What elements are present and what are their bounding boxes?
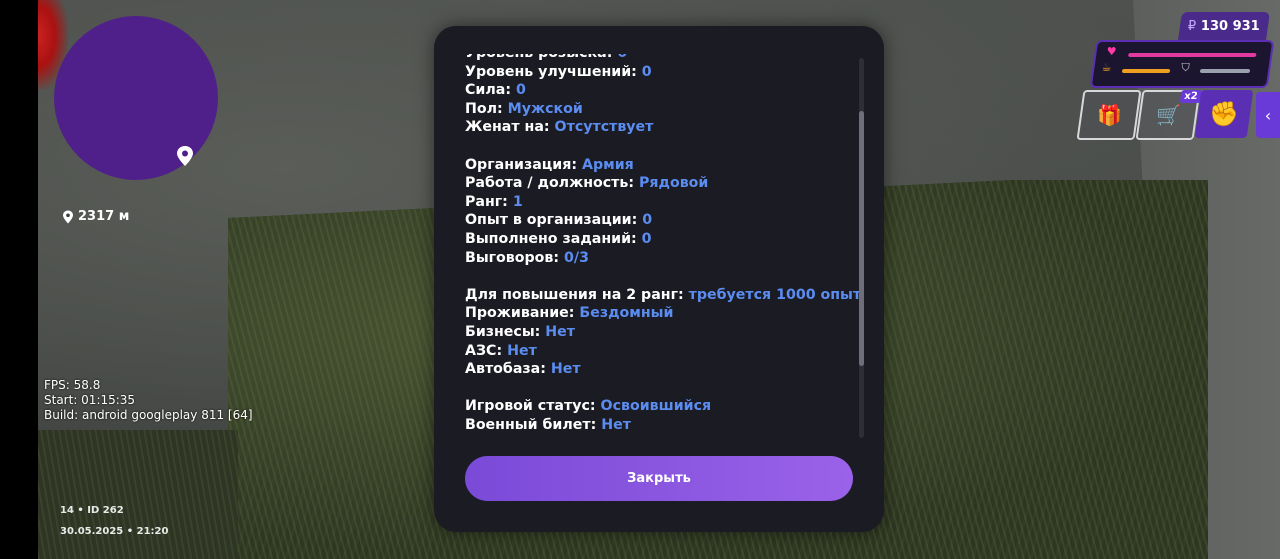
- hunger-bar: [1121, 69, 1171, 73]
- stat-label: Опыт в организации:: [465, 212, 638, 229]
- heart-icon: ♥: [1106, 45, 1117, 58]
- stat-row: Опыт в организации: 0: [465, 211, 860, 230]
- gift-icon: 🎁: [1096, 103, 1122, 127]
- cup-icon: ☕: [1101, 61, 1112, 74]
- stat-label: Для повышения на 2 ранг:: [465, 286, 684, 303]
- ruble-icon: ₽: [1188, 18, 1197, 34]
- stat-value: 0: [515, 82, 526, 99]
- stat-value: Нет: [550, 361, 581, 378]
- collapse-hud-button[interactable]: ‹: [1256, 92, 1280, 138]
- stat-row: Пол: Мужской: [465, 100, 860, 119]
- stat-row: Для повышения на 2 ранг: требуется 1000 …: [465, 286, 860, 305]
- scrollbar-track[interactable]: [859, 58, 864, 438]
- health-bar: [1127, 53, 1257, 57]
- stat-label: Военный билет:: [465, 416, 597, 433]
- stat-value: 0: [641, 230, 652, 247]
- money-value: 130 931: [1200, 18, 1260, 34]
- start-time-text: Start: 01:15:35: [44, 393, 136, 407]
- stat-value: требуется 1000 опыта: [688, 286, 860, 303]
- stat-label: Бизнесы:: [465, 323, 541, 340]
- stat-value: Нет: [601, 416, 631, 433]
- fps-text: FPS: 58.8: [44, 378, 101, 392]
- location-icon: [63, 210, 73, 223]
- stat-row: Уровень улучшений: 0: [465, 63, 860, 82]
- stat-row: Организация: Армия: [465, 156, 860, 175]
- stat-label: Пол:: [465, 100, 503, 117]
- stat-row: Сила: 0: [465, 81, 860, 100]
- stat-value: 0: [641, 63, 652, 80]
- shop-cart-button[interactable]: 🛒 x2: [1135, 90, 1203, 140]
- stat-row: Уровень розыска: 0: [465, 54, 860, 63]
- datetime: 30.05.2025 • 21:20: [60, 526, 169, 537]
- stat-label: Сила:: [465, 82, 511, 99]
- stat-value: 0/3: [564, 249, 589, 266]
- gift-button[interactable]: 🎁: [1076, 90, 1142, 140]
- fist-icon: ✊: [1209, 100, 1239, 128]
- stat-value: Бездомный: [579, 305, 674, 322]
- stat-value: Нет: [545, 323, 576, 340]
- stat-label: Выговоров:: [465, 249, 560, 266]
- stat-label: Организация:: [465, 156, 578, 173]
- scrollbar-thumb[interactable]: [859, 111, 864, 366]
- stat-label: Уровень розыска:: [465, 54, 612, 61]
- stat-label: Женат на:: [465, 119, 550, 136]
- build-text: Build: android googleplay 811 [64]: [44, 408, 253, 422]
- stat-row: Бизнесы: Нет: [465, 323, 860, 342]
- stat-value: 0: [617, 54, 627, 61]
- player-stats-dialog: Уровень розыска: 0Уровень улучшений: 0Си…: [434, 26, 884, 532]
- armor-bar: [1199, 69, 1251, 73]
- money-display: ₽ 130 931: [1178, 12, 1270, 40]
- player-stats-panel: ♥ ☕ ⛉: [1089, 40, 1275, 88]
- stat-label: Выполнено заданий:: [465, 230, 637, 247]
- stat-row: Выполнено заданий: 0: [465, 230, 860, 249]
- stat-value: Армия: [581, 156, 634, 173]
- player-id: 14 • ID 262: [60, 505, 124, 516]
- stat-row: Выговоров: 0/3: [465, 249, 860, 268]
- session-info: 14 • ID 262 30.05.2025 • 21:20: [60, 500, 168, 542]
- stat-label: Работа / должность:: [465, 175, 635, 192]
- stats-list: Уровень розыска: 0Уровень улучшений: 0Си…: [465, 54, 860, 434]
- cart-icon: 🛒: [1155, 103, 1181, 127]
- stat-row: Автобаза: Нет: [465, 360, 860, 379]
- stat-row: Работа / должность: Рядовой: [465, 174, 860, 193]
- stat-value: Нет: [507, 342, 537, 359]
- fist-button[interactable]: ✊: [1194, 90, 1254, 138]
- stat-label: АЗС:: [465, 342, 503, 359]
- stat-row: Военный билет: Нет: [465, 416, 860, 435]
- chevron-left-icon: ‹: [1264, 105, 1272, 125]
- stat-value: Отсутствует: [554, 119, 654, 136]
- stat-row: Ранг: 1: [465, 193, 860, 212]
- stat-label: Проживание:: [465, 305, 575, 322]
- stat-row: Женат на: Отсутствует: [465, 118, 860, 137]
- stat-value: 0: [642, 212, 653, 229]
- waypoint-distance: 2317 м: [62, 209, 129, 224]
- stat-label: Игровой статус:: [465, 398, 596, 415]
- stats-scroll-area[interactable]: Уровень розыска: 0Уровень улучшений: 0Си…: [465, 54, 860, 464]
- stat-row: АЗС: Нет: [465, 342, 860, 361]
- stat-label: Ранг:: [465, 193, 508, 210]
- stat-value: 1: [512, 193, 523, 210]
- shield-icon: ⛉: [1181, 61, 1190, 74]
- stat-row: Проживание: Бездомный: [465, 304, 860, 323]
- map-pin-icon: [175, 145, 195, 167]
- stat-value: Освоившийся: [600, 398, 712, 415]
- stat-label: Автобаза:: [465, 361, 546, 378]
- stat-label: Уровень улучшений:: [465, 63, 637, 80]
- stat-row: Игровой статус: Освоившийся: [465, 397, 860, 416]
- stat-value: Рядовой: [638, 175, 709, 192]
- debug-overlay: FPS: 58.8 Start: 01:15:35 Build: android…: [44, 378, 253, 423]
- distance-value: 2317 м: [78, 209, 130, 224]
- close-button[interactable]: Закрыть: [465, 456, 853, 501]
- stat-value: Мужской: [507, 100, 583, 117]
